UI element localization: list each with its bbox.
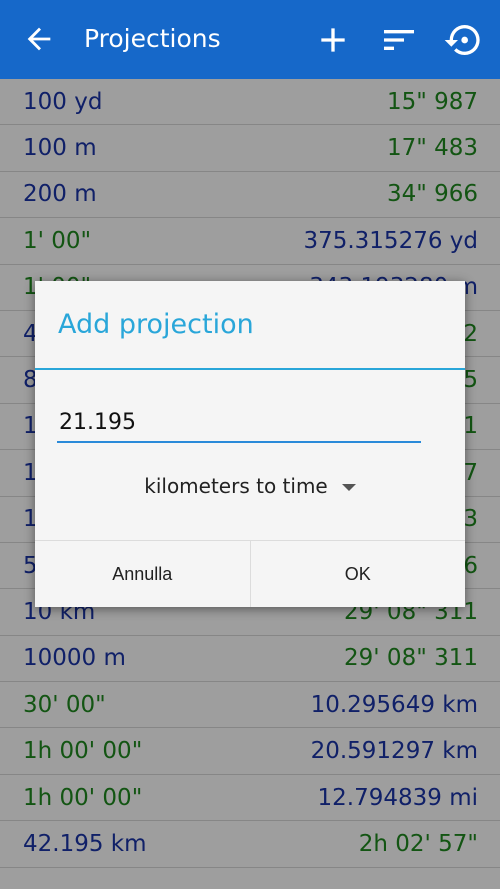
- dialog-title: Add projection: [58, 309, 254, 340]
- add-projection-dialog: Add projection kilometers to time Annull…: [35, 281, 465, 607]
- app-bar: Projections: [0, 0, 500, 79]
- add-icon[interactable]: [313, 20, 353, 60]
- conversion-spinner-value: kilometers to time: [144, 474, 328, 498]
- dialog-title-divider: [35, 368, 465, 370]
- dropdown-arrow-icon: [341, 483, 356, 491]
- ok-button[interactable]: OK: [249, 541, 466, 607]
- page-title: Projections: [84, 24, 221, 53]
- distance-input[interactable]: [57, 399, 421, 443]
- arrow-back-icon[interactable]: [22, 22, 56, 56]
- dialog-buttons: Annulla OK: [35, 540, 465, 607]
- conversion-spinner[interactable]: kilometers to time: [35, 471, 465, 501]
- cancel-button[interactable]: Annulla: [35, 541, 250, 607]
- sort-icon[interactable]: [379, 20, 419, 60]
- restore-icon[interactable]: [443, 20, 483, 60]
